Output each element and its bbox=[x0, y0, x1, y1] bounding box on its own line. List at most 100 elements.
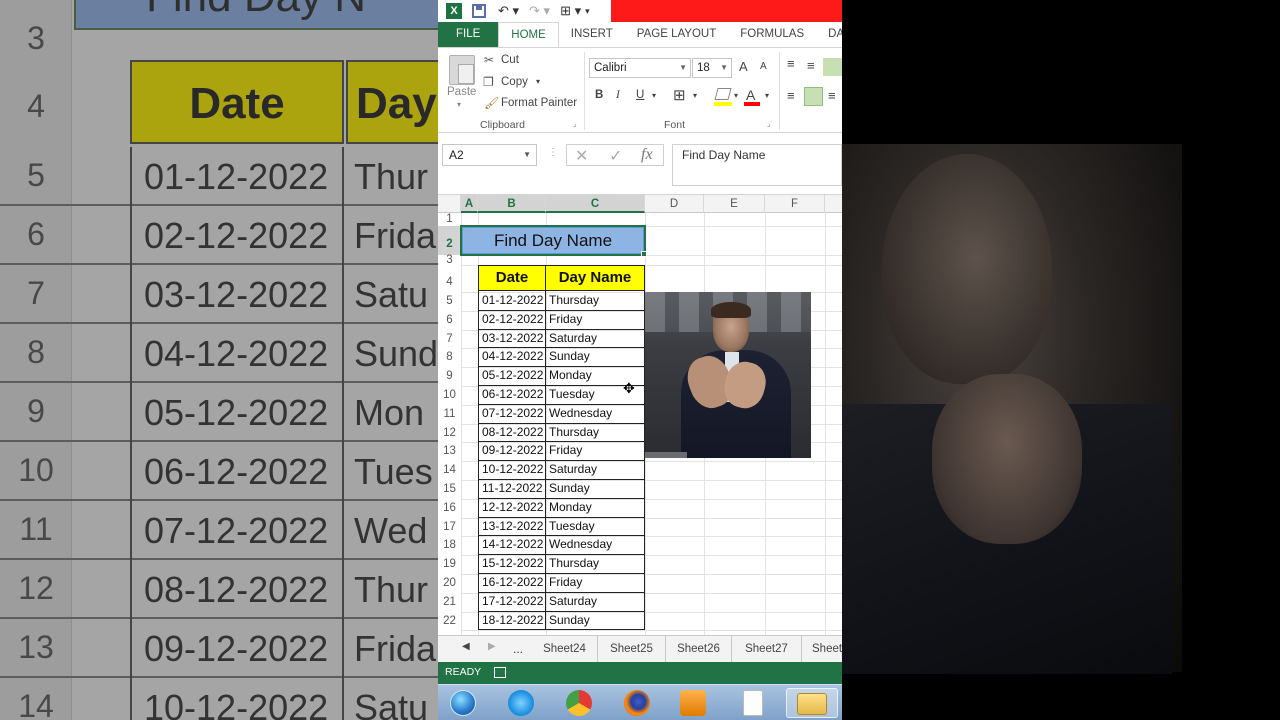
row-header[interactable]: 14 bbox=[438, 461, 461, 480]
header-cell-day-name[interactable]: Day Name bbox=[545, 265, 645, 291]
redo-icon[interactable]: ↷ ▾ bbox=[529, 2, 550, 20]
date-cell[interactable]: 13-12-2022 bbox=[478, 516, 546, 537]
date-cell[interactable]: 15-12-2022 bbox=[478, 554, 546, 574]
column-header-b[interactable]: B bbox=[478, 195, 546, 213]
day-name-cell[interactable]: Thursday bbox=[545, 422, 645, 443]
previous-sheet-icon[interactable]: ◀ bbox=[462, 641, 470, 652]
font-size-select[interactable]: 18 ▼ bbox=[692, 58, 732, 78]
cancel-icon[interactable]: ✕ bbox=[575, 146, 588, 166]
row-header[interactable]: 15 bbox=[438, 480, 461, 499]
tab-data[interactable]: DATA bbox=[816, 22, 842, 47]
sheet-tab-25[interactable]: Sheet25 bbox=[598, 636, 666, 663]
fill-color-icon[interactable] bbox=[714, 88, 732, 100]
align-middle-icon[interactable]: ≡ bbox=[807, 58, 815, 73]
date-cell[interactable]: 01-12-2022 bbox=[478, 291, 546, 311]
date-cell[interactable]: 02-12-2022 bbox=[478, 309, 546, 330]
sheet-tab-26[interactable]: Sheet26 bbox=[666, 636, 732, 663]
enter-icon[interactable]: ✓ bbox=[609, 146, 622, 166]
column-header-a[interactable]: A bbox=[461, 195, 478, 213]
row-header[interactable]: 20 bbox=[438, 574, 461, 593]
column-header-f[interactable]: F bbox=[765, 195, 825, 213]
day-name-cell[interactable]: Thursday bbox=[545, 554, 645, 574]
underline-dropdown-icon[interactable]: ▾ bbox=[652, 91, 656, 100]
day-name-cell[interactable]: Tuesday bbox=[545, 516, 645, 537]
decrease-font-size-button[interactable]: A bbox=[760, 61, 767, 72]
taskbar-file-explorer[interactable] bbox=[786, 688, 838, 718]
formula-bar-grip-icon[interactable]: ⋮ bbox=[548, 147, 558, 158]
row-header[interactable]: 19 bbox=[438, 555, 461, 574]
undo-icon[interactable]: ↶ ▾ bbox=[498, 2, 519, 20]
row-header[interactable]: 21 bbox=[438, 593, 461, 612]
copy-dropdown-icon[interactable]: ▾ bbox=[536, 77, 540, 86]
header-cell-date[interactable]: Date bbox=[478, 265, 546, 291]
sheet-tab-24[interactable]: Sheet24 bbox=[532, 636, 598, 663]
borders-dropdown-icon[interactable]: ▾ bbox=[693, 91, 697, 100]
select-all-corner[interactable] bbox=[438, 195, 461, 213]
day-name-cell[interactable]: Friday bbox=[545, 573, 645, 593]
tab-formulas[interactable]: FORMULAS bbox=[728, 22, 816, 47]
row-header[interactable]: 6 bbox=[438, 311, 461, 330]
paste-dropdown-icon[interactable]: ▾ bbox=[457, 100, 461, 109]
day-name-cell[interactable]: Friday bbox=[545, 441, 645, 462]
name-box[interactable]: A2 ▼ bbox=[442, 144, 537, 166]
excel-app-icon[interactable]: X bbox=[446, 3, 462, 19]
column-header-e[interactable]: E bbox=[704, 195, 765, 213]
date-cell[interactable]: 06-12-2022 bbox=[478, 385, 546, 405]
sheet-tab-27[interactable]: Sheet27 bbox=[732, 636, 802, 663]
day-name-cell[interactable]: Saturday bbox=[545, 328, 645, 349]
save-icon[interactable] bbox=[472, 4, 486, 18]
day-name-cell[interactable]: Sunday bbox=[545, 610, 645, 631]
more-sheets-button[interactable]: ... bbox=[513, 642, 523, 656]
sheet-tab-partial[interactable]: Sheet bbox=[802, 636, 842, 663]
align-center-icon[interactable] bbox=[804, 87, 823, 106]
row-header[interactable]: 22 bbox=[438, 612, 461, 631]
tab-home[interactable]: HOME bbox=[498, 22, 559, 47]
row-header[interactable]: 1 bbox=[438, 213, 461, 226]
tab-insert[interactable]: INSERT bbox=[559, 22, 625, 47]
taskbar-chrome[interactable] bbox=[556, 688, 602, 718]
font-name-select[interactable]: Calibri ▼ bbox=[589, 58, 691, 78]
row-header[interactable]: 3 bbox=[438, 254, 461, 266]
applause-image[interactable] bbox=[645, 292, 811, 458]
align-top-icon[interactable]: ≡ bbox=[787, 56, 795, 71]
date-cell[interactable]: 03-12-2022 bbox=[478, 328, 546, 349]
day-name-cell[interactable]: Saturday bbox=[545, 460, 645, 480]
date-cell[interactable]: 14-12-2022 bbox=[478, 535, 546, 556]
date-cell[interactable]: 04-12-2022 bbox=[478, 347, 546, 368]
date-cell[interactable]: 08-12-2022 bbox=[478, 422, 546, 443]
customize-qat-icon[interactable]: ▾ bbox=[585, 2, 590, 20]
date-cell[interactable]: 17-12-2022 bbox=[478, 591, 546, 612]
taskbar-internet-explorer[interactable] bbox=[498, 688, 544, 718]
taskbar-media-player[interactable] bbox=[670, 688, 716, 718]
column-header-d[interactable]: D bbox=[645, 195, 704, 213]
font-color-button[interactable]: A bbox=[746, 87, 755, 103]
day-name-cell[interactable]: Saturday bbox=[545, 591, 645, 612]
row-header[interactable]: 13 bbox=[438, 442, 461, 461]
paste-button[interactable]: Paste bbox=[447, 86, 476, 98]
date-cell[interactable]: 16-12-2022 bbox=[478, 573, 546, 593]
row-header[interactable]: 2 bbox=[438, 226, 461, 255]
increase-font-size-button[interactable]: A bbox=[739, 59, 748, 74]
date-cell[interactable]: 07-12-2022 bbox=[478, 403, 546, 424]
worksheet-grid[interactable]: A B C D E F 1 2 3 4 5 6 7 8 9 10 11 12 13 14 15 16 17 18 1… bbox=[438, 195, 842, 635]
fill-handle[interactable] bbox=[641, 251, 647, 257]
bold-button[interactable]: B bbox=[595, 89, 603, 101]
date-cell[interactable]: 05-12-2022 bbox=[478, 366, 546, 386]
macro-recording-icon[interactable] bbox=[494, 667, 506, 678]
row-header[interactable]: 7 bbox=[438, 330, 461, 349]
font-launcher-icon[interactable]: ⌟ bbox=[767, 119, 771, 128]
align-left-icon[interactable]: ≡ bbox=[787, 88, 795, 103]
borders-qat-icon[interactable]: ⊞ ▾ bbox=[560, 2, 581, 20]
row-header[interactable]: 11 bbox=[438, 405, 461, 424]
day-name-cell[interactable]: Monday bbox=[545, 497, 645, 518]
start-button[interactable] bbox=[440, 688, 486, 718]
taskbar-firefox[interactable] bbox=[614, 688, 660, 718]
align-bottom-icon-active[interactable] bbox=[823, 58, 842, 76]
copy-button[interactable]: Copy bbox=[501, 76, 528, 88]
row-header[interactable]: 4 bbox=[438, 265, 461, 292]
borders-icon[interactable]: ⊞ bbox=[673, 86, 686, 104]
day-name-cell[interactable]: Wednesday bbox=[545, 403, 645, 424]
fill-color-dropdown-icon[interactable]: ▾ bbox=[734, 91, 738, 100]
italic-button[interactable]: I bbox=[616, 89, 620, 101]
date-cell[interactable]: 11-12-2022 bbox=[478, 479, 546, 499]
